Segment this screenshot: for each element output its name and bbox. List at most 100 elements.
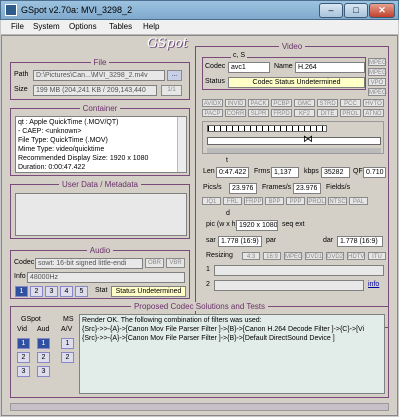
menu-help[interactable]: Help bbox=[143, 22, 159, 31]
video-flag-button[interactable]: SLPR bbox=[248, 109, 269, 117]
minimize-button[interactable]: – bbox=[319, 3, 343, 18]
aud-test-button[interactable]: 1 bbox=[37, 338, 50, 349]
audio-status-field: Status Undetermined bbox=[111, 286, 186, 297]
frame-type-button[interactable]: PROL bbox=[307, 197, 326, 205]
audio-track-button[interactable]: 1 bbox=[15, 286, 28, 297]
audio-track-button[interactable]: 4 bbox=[60, 286, 73, 297]
close-button[interactable]: ✕ bbox=[369, 3, 395, 18]
audio-codec-label: Codec bbox=[14, 259, 35, 266]
info-link[interactable]: info bbox=[368, 281, 379, 288]
frame-type-button[interactable]: FRL bbox=[223, 197, 242, 205]
sar-field: 1.778 (16:9) bbox=[218, 236, 262, 247]
video-flag-button[interactable]: AVIDX bbox=[202, 99, 223, 107]
resize-button[interactable]: 16:9 bbox=[263, 252, 281, 260]
container-panel-title: Container bbox=[79, 104, 121, 113]
window-title: GSpot v2.70a: MVI_3298_2 bbox=[21, 5, 133, 15]
video-flag-button[interactable]: DITE bbox=[317, 109, 338, 117]
video-flag-button[interactable]: FRPD bbox=[271, 109, 292, 117]
d-label: d bbox=[226, 210, 230, 217]
fields-label: Fields/s bbox=[326, 184, 351, 191]
menu-options[interactable]: Options bbox=[69, 22, 97, 31]
maximize-button[interactable]: □ bbox=[344, 3, 368, 18]
frame-type-button[interactable]: IQ1 bbox=[202, 197, 221, 205]
resize-button[interactable]: DVD1 bbox=[305, 252, 323, 260]
vbr-button[interactable]: VBR bbox=[166, 258, 185, 268]
obr-button[interactable]: OBR bbox=[145, 258, 164, 268]
audio-panel: Audio Codec sowt: 16-bit signed little-e… bbox=[10, 246, 190, 299]
resize-button[interactable]: MPEG bbox=[284, 252, 303, 260]
userdata-text[interactable] bbox=[15, 193, 187, 236]
userdata-panel-title: User Data / Metadata bbox=[58, 180, 142, 189]
aud-test-button[interactable]: 2 bbox=[37, 352, 50, 363]
video-flag-button[interactable]: INVID bbox=[225, 99, 246, 107]
length-field: 0:47.422 bbox=[216, 167, 249, 178]
video-flag-button[interactable]: CORR bbox=[225, 109, 246, 117]
file-panel-title: File bbox=[90, 58, 110, 67]
video-flag-button[interactable]: PACP bbox=[202, 109, 223, 117]
browse-button[interactable]: ... bbox=[167, 70, 182, 81]
video-flag-button[interactable]: PROL bbox=[340, 109, 361, 117]
frms-label: Frms bbox=[254, 168, 270, 175]
pics-field: 23.976 bbox=[229, 183, 257, 194]
frame-type-button[interactable]: PAL bbox=[349, 197, 368, 205]
ms-label: MS bbox=[63, 316, 74, 323]
gop-strip: ⋈ bbox=[202, 121, 384, 154]
video-flag-button[interactable]: MPEG bbox=[368, 58, 387, 66]
container-info-text[interactable]: qt : Apple QuickTime (.MOV/QT) - CAEP: <… bbox=[15, 116, 187, 173]
frms-field: 1,137 bbox=[271, 167, 299, 178]
video-flag-button[interactable]: PCC bbox=[340, 99, 361, 107]
frame-type-button[interactable]: PPP bbox=[286, 197, 305, 205]
frames-label: Frames/s bbox=[262, 184, 292, 191]
path-label: Path bbox=[14, 71, 29, 78]
video-flag-button[interactable]: STRD bbox=[317, 99, 338, 107]
size-label: Size bbox=[14, 86, 28, 93]
video-flag-button[interactable]: PACK bbox=[248, 99, 269, 107]
vid-test-button[interactable]: 2 bbox=[17, 352, 30, 363]
video-flag-button[interactable]: PCBP bbox=[271, 99, 292, 107]
menu-file[interactable]: File bbox=[11, 22, 24, 31]
video-name-field: H.264 bbox=[295, 62, 365, 73]
video-flag-button[interactable]: MPEG bbox=[368, 68, 387, 76]
audio-track-button[interactable]: 5 bbox=[75, 286, 88, 297]
menu-tables[interactable]: Tables bbox=[109, 22, 132, 31]
video-codec-section: c, S Codec avc1 Name H.264 Status Codec … bbox=[202, 52, 366, 90]
container-line: Recommended Display Size: 1920 x 1080 bbox=[18, 155, 149, 162]
pic-field: 1920 x 1080 bbox=[236, 220, 278, 231]
ms-test-button[interactable]: 1 bbox=[61, 338, 74, 349]
render-line: {Src}->>-{A}->[Canon Mov File Parser Fil… bbox=[82, 326, 365, 333]
userdata-panel: User Data / Metadata bbox=[10, 180, 190, 239]
frame-type-button[interactable]: FRPP bbox=[244, 197, 263, 205]
video-flag-button[interactable]: MPEG bbox=[368, 88, 387, 96]
resize-button[interactable]: HDTV bbox=[347, 252, 365, 260]
path-field[interactable]: D:\Pictures\Can...\MVI_3298_2.m4v bbox=[33, 70, 165, 81]
vid-test-button[interactable]: 1 bbox=[17, 338, 30, 349]
resize-button[interactable]: 4:3 bbox=[242, 252, 260, 260]
video-flag-button[interactable]: GMC bbox=[294, 99, 315, 107]
video-flag-button[interactable]: ATNO bbox=[363, 109, 384, 117]
size-field: 199 MB (204,241 KB / 209,143,440 bbox=[33, 85, 157, 96]
frame-type-button[interactable]: NTSC bbox=[328, 197, 347, 205]
frame-type-button[interactable]: BPP bbox=[265, 197, 284, 205]
page-indicator: 1/1 bbox=[161, 85, 182, 96]
video-status-field: Codec Status Undetermined bbox=[228, 77, 365, 88]
resize-button[interactable]: ITU bbox=[368, 252, 386, 260]
seq-ext-label: seq ext bbox=[282, 221, 305, 228]
container-line: - CAEP: <unknown> bbox=[18, 128, 82, 135]
ms-test-button[interactable]: 2 bbox=[61, 352, 74, 363]
video-flag-button[interactable]: VPO bbox=[368, 78, 386, 86]
par-label: par bbox=[266, 237, 277, 244]
video-flag-button[interactable]: HVTO bbox=[363, 99, 384, 107]
kbps-label: kbps bbox=[304, 168, 319, 175]
resizing-label: Resizing bbox=[206, 252, 233, 259]
audio-track-button[interactable]: 2 bbox=[30, 286, 43, 297]
aud-test-button[interactable]: 3 bbox=[37, 366, 50, 377]
render-result-text[interactable]: Render OK. The following combination of … bbox=[79, 314, 385, 394]
resize-button[interactable]: DVD2 bbox=[326, 252, 344, 260]
video-name-label: Name bbox=[274, 63, 293, 70]
menu-system[interactable]: System bbox=[33, 22, 60, 31]
video-flag-button[interactable]: KF2 bbox=[294, 109, 315, 117]
vid-test-button[interactable]: 3 bbox=[17, 366, 30, 377]
container-scrollbar[interactable] bbox=[177, 117, 186, 172]
audio-track-button[interactable]: 3 bbox=[45, 286, 58, 297]
video-status-label: Status bbox=[205, 78, 225, 85]
